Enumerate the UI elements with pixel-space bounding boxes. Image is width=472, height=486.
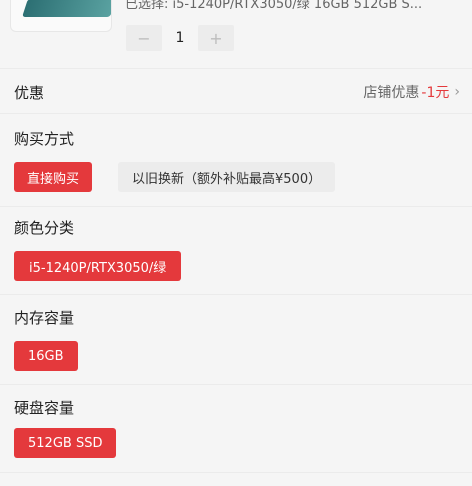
option-memory[interactable]: 16GB (14, 341, 78, 371)
option-direct-buy[interactable]: 直接购买 (14, 162, 93, 192)
selected-spec-text: 已选择: i5-1240P/RTX3050/绿 16GB 512GB S... (125, 0, 423, 12)
shop-discount-amount: -1元 (421, 85, 450, 101)
option-storage[interactable]: 512GB SSD (14, 428, 117, 458)
product-thumbnail (10, 0, 112, 32)
divider (0, 113, 472, 114)
decrease-button[interactable]: − (126, 25, 162, 51)
quantity-stepper: − 1 + (126, 25, 234, 51)
option-trade-in[interactable]: 以旧换新（额外补贴最高¥500） (118, 162, 336, 192)
divider (0, 206, 472, 207)
quantity-value: 1 (175, 30, 185, 46)
promo-row[interactable]: 优惠 店铺优惠 -1元 › (0, 72, 472, 112)
divider (0, 472, 472, 473)
shop-discount[interactable]: 店铺优惠 -1元 › (363, 82, 460, 102)
divider (0, 384, 472, 385)
shop-discount-label: 店铺优惠 (363, 85, 420, 101)
promo-title: 优惠 (14, 84, 45, 102)
option-color[interactable]: i5-1240P/RTX3050/绿 (14, 251, 182, 281)
chevron-right-icon: › (454, 84, 460, 100)
product-summary: 已选择: i5-1240P/RTX3050/绿 16GB 512GB S... … (0, 0, 472, 66)
increase-button[interactable]: + (198, 25, 234, 51)
color-title: 颜色分类 (14, 219, 75, 237)
storage-title: 硬盘容量 (14, 399, 75, 417)
divider (0, 294, 472, 295)
divider (0, 68, 472, 69)
memory-title: 内存容量 (14, 309, 75, 327)
purchase-method-title: 购买方式 (14, 130, 75, 148)
laptop-image (22, 0, 111, 17)
sku-selection-panel: 已选择: i5-1240P/RTX3050/绿 16GB 512GB S... … (0, 0, 472, 486)
